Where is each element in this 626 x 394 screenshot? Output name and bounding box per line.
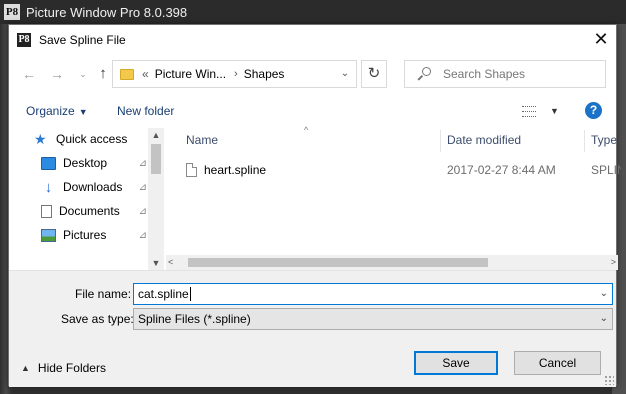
file-name-dropdown-icon[interactable]: ⌄ <box>600 284 608 304</box>
recent-locations-chevron-icon[interactable]: ⌄ <box>73 63 93 85</box>
sidebar-item-label: Desktop <box>63 156 108 170</box>
text-caret <box>189 287 191 301</box>
chevron-up-icon: ▲ <box>21 363 30 373</box>
close-button[interactable]: ✕ <box>586 25 616 55</box>
hide-folders-label: Hide Folders <box>37 361 106 375</box>
folder-icon <box>120 68 134 80</box>
details-view-icon <box>522 105 536 117</box>
save-type-select[interactable]: Spline Files (*.spline) ⌄ <box>133 308 613 330</box>
scroll-up-icon[interactable]: ▲ <box>148 130 164 140</box>
file-name: heart.spline <box>204 163 267 177</box>
file-name-input[interactable]: cat.spline ⌄ <box>133 283 613 305</box>
dialog-title: Save Spline File <box>39 33 126 47</box>
scrollbar-thumb[interactable] <box>188 258 488 267</box>
dialog-logo-icon: P8 <box>17 33 31 47</box>
dialog-titlebar: P8 Save Spline File ✕ <box>9 25 616 55</box>
breadcrumb-separator[interactable]: › <box>234 68 238 80</box>
horizontal-scrollbar[interactable]: < > <box>166 255 618 270</box>
pin-icon[interactable]: ⊿ <box>139 182 147 193</box>
save-type-dropdown-icon[interactable]: ⌄ <box>600 309 608 329</box>
column-header-name[interactable]: Name <box>186 133 218 153</box>
address-bar[interactable]: « Picture Win... › Shapes ⌄ <box>112 60 357 88</box>
download-icon: ↓ <box>44 178 53 196</box>
sidebar-item-documents[interactable]: Documents ⊿ <box>41 200 147 222</box>
breadcrumb-shapes[interactable]: Shapes <box>244 67 285 81</box>
documents-icon <box>41 204 52 218</box>
scroll-right-icon[interactable]: > <box>611 255 616 270</box>
app-titlebar: P8 Picture Window Pro 8.0.398 <box>0 0 626 24</box>
sort-ascending-icon: ^ <box>304 125 309 135</box>
file-icon <box>186 163 197 177</box>
sidebar-item-label: Quick access <box>56 132 128 146</box>
file-name-value: cat.spline <box>138 287 189 301</box>
hide-folders-button[interactable]: ▲ Hide Folders <box>21 361 106 375</box>
app-logo-icon: P8 <box>4 4 20 20</box>
search-placeholder: Search Shapes <box>443 67 526 81</box>
command-toolbar: Organize ▼ New folder ▼ ? <box>9 97 616 125</box>
organize-caret-icon: ▼ <box>78 107 88 117</box>
sidebar-item-label: Downloads <box>63 180 123 194</box>
save-button[interactable]: Save <box>414 351 498 375</box>
sidebar-scrollbar[interactable]: ▲ ▼ <box>148 128 164 270</box>
star-icon: ★ <box>34 130 47 147</box>
sidebar-item-label: Documents <box>59 204 120 218</box>
file-date: 2017-02-27 8:44 AM <box>447 163 556 177</box>
organize-button[interactable]: Organize ▼ <box>26 104 88 118</box>
file-row[interactable]: heart.spline 2017-02-27 8:44 AM SPLINE <box>186 159 621 181</box>
help-button[interactable]: ? <box>585 102 602 119</box>
desktop-icon <box>41 156 56 170</box>
sidebar-item-downloads[interactable]: ↓ Downloads ⊿ <box>41 176 147 198</box>
sidebar-item-pictures[interactable]: Pictures ⊿ <box>41 224 147 246</box>
up-button[interactable]: ↑ <box>93 63 113 85</box>
breadcrumb-picture-win[interactable]: Picture Win... <box>155 67 226 81</box>
save-form: File name: cat.spline ⌄ Save as type: Sp… <box>9 270 616 387</box>
column-header-type[interactable]: Type <box>591 133 617 153</box>
save-dialog: P8 Save Spline File ✕ ← → ⌄ ↑ « Picture … <box>8 24 621 387</box>
organize-label: Organize <box>26 104 75 118</box>
new-folder-button[interactable]: New folder <box>117 104 174 118</box>
address-dropdown-icon[interactable]: ⌄ <box>334 61 356 87</box>
forward-button[interactable]: → <box>47 63 67 85</box>
sidebar-item-desktop[interactable]: Desktop ⊿ <box>41 152 147 174</box>
pictures-icon <box>41 228 56 242</box>
address-overflow[interactable]: « <box>142 67 149 81</box>
view-caret-icon: ▼ <box>550 106 559 116</box>
view-options-button[interactable]: ▼ <box>522 103 562 119</box>
save-type-label: Save as type: <box>61 312 134 326</box>
pin-icon[interactable]: ⊿ <box>139 158 147 169</box>
column-divider[interactable] <box>440 130 441 152</box>
scrollbar-thumb[interactable] <box>151 144 161 174</box>
file-type: SPLINE <box>591 163 621 177</box>
sidebar-item-label: Pictures <box>63 228 107 242</box>
save-type-value: Spline Files (*.spline) <box>138 312 251 326</box>
resize-grip-icon[interactable] <box>604 375 614 385</box>
pin-icon[interactable]: ⊿ <box>139 206 147 217</box>
search-icon <box>417 67 431 81</box>
scroll-left-icon[interactable]: < <box>168 255 173 270</box>
back-button[interactable]: ← <box>19 63 39 85</box>
navigation-pane: ★ Quick access Desktop ⊿ ↓ Downloads ⊿ D… <box>9 128 164 270</box>
refresh-button[interactable]: ↻ <box>361 60 387 88</box>
navigation-bar: ← → ⌄ ↑ « Picture Win... › Shapes ⌄ ↻ Se… <box>9 58 616 92</box>
file-name-label: File name: <box>75 287 132 301</box>
file-list: ^ Name Date modified Type heart.spline 2… <box>166 125 621 270</box>
scroll-down-icon[interactable]: ▼ <box>148 258 164 268</box>
app-title: Picture Window Pro 8.0.398 <box>26 4 188 20</box>
pin-icon[interactable]: ⊿ <box>139 230 147 241</box>
search-input[interactable]: Search Shapes <box>404 60 606 88</box>
column-divider[interactable] <box>584 130 585 152</box>
column-header-date[interactable]: Date modified <box>447 133 521 153</box>
cancel-button[interactable]: Cancel <box>514 351 601 375</box>
